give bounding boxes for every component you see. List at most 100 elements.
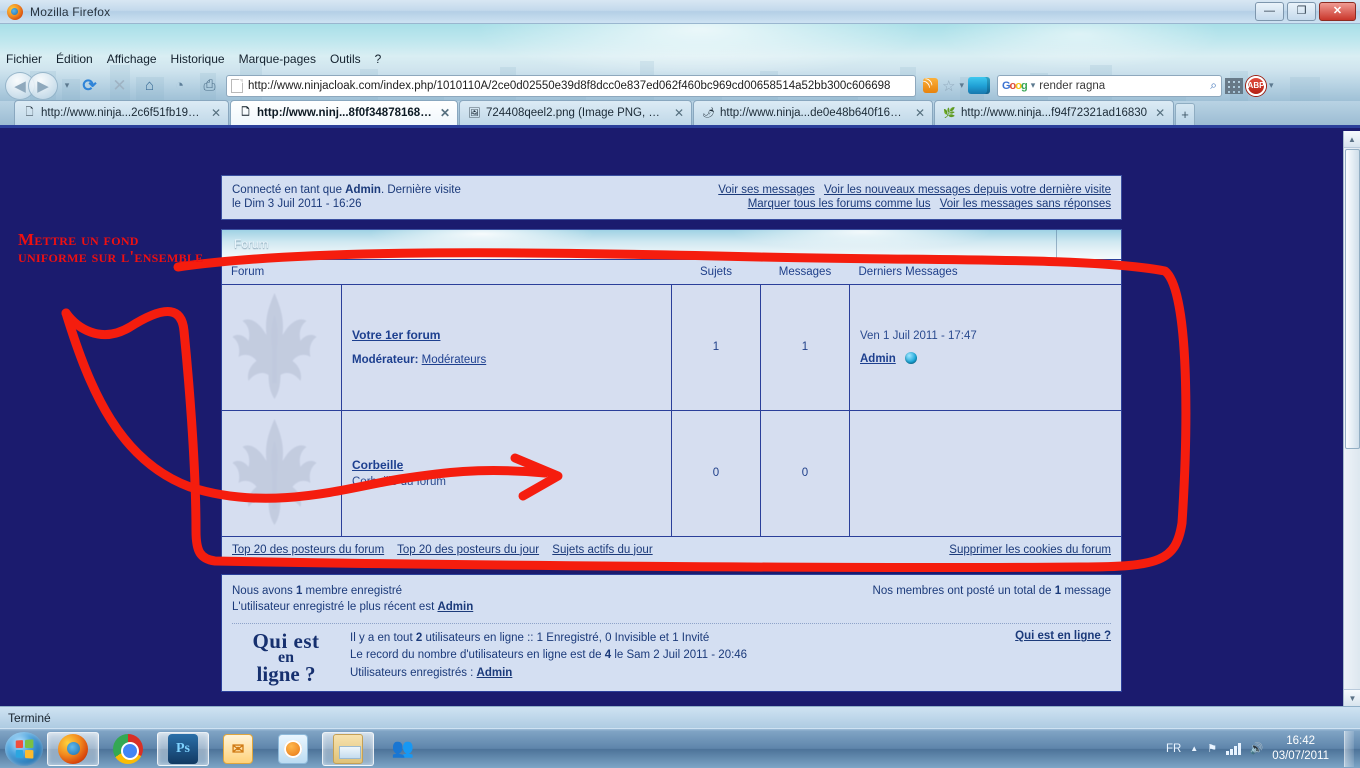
menu-bar: Fichier Édition Affichage Historique Mar… bbox=[0, 49, 1360, 69]
link-sujets-actifs[interactable]: Sujets actifs du jour bbox=[552, 544, 652, 556]
search-input[interactable]: render ragna bbox=[1039, 80, 1206, 92]
forward-button-icon[interactable]: ▶ bbox=[28, 71, 58, 100]
show-hidden-icons-icon[interactable]: ▲ bbox=[1190, 744, 1198, 753]
network-signal-icon[interactable] bbox=[1226, 742, 1241, 755]
clock-history-icon[interactable]: ◔ bbox=[166, 73, 193, 99]
menu-edition[interactable]: Édition bbox=[56, 52, 93, 66]
taskbar-item-media-player[interactable] bbox=[267, 732, 319, 766]
taskbar-item-chrome[interactable] bbox=[102, 732, 154, 766]
search-icon[interactable]: ⌕ bbox=[1210, 78, 1217, 93]
close-button[interactable]: ✕ bbox=[1319, 2, 1356, 21]
status-bar: Terminé bbox=[0, 706, 1360, 728]
moderator-link[interactable]: Modérateurs bbox=[422, 354, 487, 366]
download-torch-icon[interactable] bbox=[967, 77, 990, 94]
scroll-down-icon[interactable]: ▼ bbox=[1344, 689, 1360, 706]
forum-info-cell: Corbeille Corbeille du forum bbox=[341, 409, 672, 537]
tab-close-icon[interactable]: ✕ bbox=[440, 106, 450, 120]
posts-count-cell: 0 bbox=[760, 409, 850, 537]
search-engine-chevron-icon[interactable]: ▾ bbox=[1031, 80, 1036, 91]
taskbar-item-photoshop[interactable]: Ps bbox=[157, 731, 209, 766]
bookmark-star-icon[interactable]: ☆ bbox=[942, 77, 955, 95]
forum-link[interactable]: Corbeille bbox=[352, 458, 661, 472]
link-nouveaux-messages[interactable]: Voir les nouveaux messages depuis votre … bbox=[824, 184, 1111, 196]
forum-category-label: Forum bbox=[234, 237, 269, 252]
link-sans-reponses[interactable]: Voir les messages sans réponses bbox=[940, 198, 1111, 210]
forum-link[interactable]: Votre 1er forum bbox=[352, 328, 661, 342]
rss-feed-icon[interactable] bbox=[923, 78, 938, 93]
newest-prefix: L'utilisateur enregistré le plus récent … bbox=[232, 601, 438, 614]
chevron-down-icon[interactable]: ▾ bbox=[959, 80, 964, 91]
language-indicator[interactable]: FR bbox=[1166, 743, 1181, 755]
link-marquer-lus[interactable]: Marquer tous les forums comme lus bbox=[748, 198, 931, 210]
scroll-up-icon[interactable]: ▲ bbox=[1344, 131, 1360, 148]
link-voir-ses-messages[interactable]: Voir ses messages bbox=[718, 184, 815, 196]
members-prefix: Nous avons bbox=[232, 584, 296, 597]
page-scrollbar[interactable]: ▲ ▼ bbox=[1343, 131, 1360, 706]
start-button[interactable] bbox=[5, 731, 43, 766]
grid-addon-icon[interactable] bbox=[1224, 77, 1243, 94]
forum-emblem-icon bbox=[232, 292, 317, 399]
action-center-flag-icon[interactable]: ⚑ bbox=[1207, 742, 1217, 755]
online-1a: Il y a en tout bbox=[350, 632, 416, 645]
tab-2[interactable]: 🗋 http://www.ninj...8f0f3487816830 ✕ bbox=[230, 100, 458, 125]
link-top20-forum[interactable]: Top 20 des posteurs du forum bbox=[232, 544, 384, 556]
connection-info: Connecté en tant que Admin. Dernière vis… bbox=[232, 183, 461, 212]
header-divider bbox=[1056, 229, 1057, 259]
taskbar-item-outlook[interactable]: ✉ bbox=[212, 732, 264, 766]
print-icon[interactable]: ⎙ bbox=[196, 73, 223, 99]
tab-close-icon[interactable]: ✕ bbox=[211, 106, 221, 120]
tab-close-icon[interactable]: ✕ bbox=[674, 106, 684, 120]
show-desktop-button[interactable] bbox=[1344, 730, 1354, 767]
registered-user-link[interactable]: Admin bbox=[477, 667, 513, 679]
tab-5[interactable]: 🌿 http://www.ninja...f94f72321ad16830 ✕ bbox=[934, 100, 1174, 125]
maximize-button[interactable]: ❐ bbox=[1287, 2, 1316, 21]
tab-label: http://www.ninja...f94f72321ad16830 bbox=[961, 107, 1148, 119]
stop-icon[interactable]: ✕ bbox=[106, 73, 133, 99]
menu-affichage[interactable]: Affichage bbox=[107, 52, 157, 66]
home-icon[interactable]: ⌂ bbox=[136, 73, 163, 99]
table-row: Corbeille Corbeille du forum 0 0 bbox=[221, 409, 1122, 537]
adblock-plus-icon[interactable]: ABP bbox=[1245, 75, 1266, 96]
history-dropdown-icon[interactable]: ▾ bbox=[61, 73, 73, 99]
forum-category-header[interactable]: Forum bbox=[221, 228, 1122, 259]
menu-fichier[interactable]: Fichier bbox=[6, 52, 42, 66]
new-tab-button[interactable]: + bbox=[1175, 103, 1195, 125]
taskbar-item-messenger[interactable]: 👥 bbox=[377, 732, 429, 766]
messenger-icon: 👥 bbox=[391, 738, 415, 758]
search-bar[interactable]: Goog ▾ render ragna ⌕ bbox=[996, 74, 1222, 97]
menu-marque-pages[interactable]: Marque-pages bbox=[239, 52, 316, 66]
menu-aide[interactable]: ? bbox=[375, 52, 382, 66]
address-bar[interactable]: http://www.ninjacloak.com/index.php/1010… bbox=[226, 74, 916, 97]
google-icon[interactable]: Goog bbox=[1002, 80, 1028, 92]
system-tray: FR ▲ ⚑ 🔊 16:42 03/07/2011 bbox=[1166, 730, 1360, 767]
volume-icon[interactable]: 🔊 bbox=[1250, 742, 1264, 755]
tab-3[interactable]: 🖼 724408qeel2.png (Image PNG, 900x... ✕ bbox=[459, 100, 692, 125]
table-row: Votre 1er forum Modérateur: Modérateurs … bbox=[221, 283, 1122, 411]
last-post-author[interactable]: Admin bbox=[860, 353, 896, 365]
scrollbar-thumb[interactable] bbox=[1345, 149, 1360, 449]
menu-historique[interactable]: Historique bbox=[171, 52, 225, 66]
outlook-icon: ✉ bbox=[223, 733, 253, 764]
who-is-online-section: Qui est en ligne ? Il y a en tout 2 util… bbox=[232, 630, 1111, 684]
user-info-bar: Connecté en tant que Admin. Dernière vis… bbox=[221, 175, 1122, 220]
tab-close-icon[interactable]: ✕ bbox=[1155, 106, 1165, 120]
menu-outils[interactable]: Outils bbox=[330, 52, 361, 66]
forum-info-cell: Votre 1er forum Modérateur: Modérateurs bbox=[341, 283, 672, 411]
last-post-date: Ven 1 Juil 2011 - 17:47 bbox=[860, 329, 977, 342]
minimize-button[interactable]: — bbox=[1255, 2, 1284, 21]
link-supprimer-cookies[interactable]: Supprimer les cookies du forum bbox=[949, 544, 1111, 556]
taskbar-item-explorer[interactable] bbox=[322, 731, 374, 766]
reload-icon[interactable]: ⟳ bbox=[76, 73, 103, 99]
clock[interactable]: 16:42 03/07/2011 bbox=[1272, 734, 1329, 763]
tab-close-icon[interactable]: ✕ bbox=[915, 106, 925, 120]
tab-1[interactable]: 🗋 http://www.ninja...2c6f51fb19e16830 ✕ bbox=[14, 100, 229, 125]
page-viewport: Connecté en tant que Admin. Dernière vis… bbox=[0, 131, 1360, 706]
taskbar-item-firefox[interactable] bbox=[47, 731, 99, 766]
adblock-chevron-icon[interactable]: ▾ bbox=[1269, 80, 1274, 91]
window-controls: — ❐ ✕ bbox=[1255, 2, 1356, 21]
media-player-icon bbox=[278, 733, 308, 764]
newest-member-link[interactable]: Admin bbox=[437, 601, 473, 613]
link-qui-est-en-ligne[interactable]: Qui est en ligne ? bbox=[1015, 630, 1111, 642]
link-top20-jour[interactable]: Top 20 des posteurs du jour bbox=[397, 544, 539, 556]
tab-4[interactable]: 🌶 http://www.ninja...de0e48b640f16830 ✕ bbox=[693, 100, 933, 125]
